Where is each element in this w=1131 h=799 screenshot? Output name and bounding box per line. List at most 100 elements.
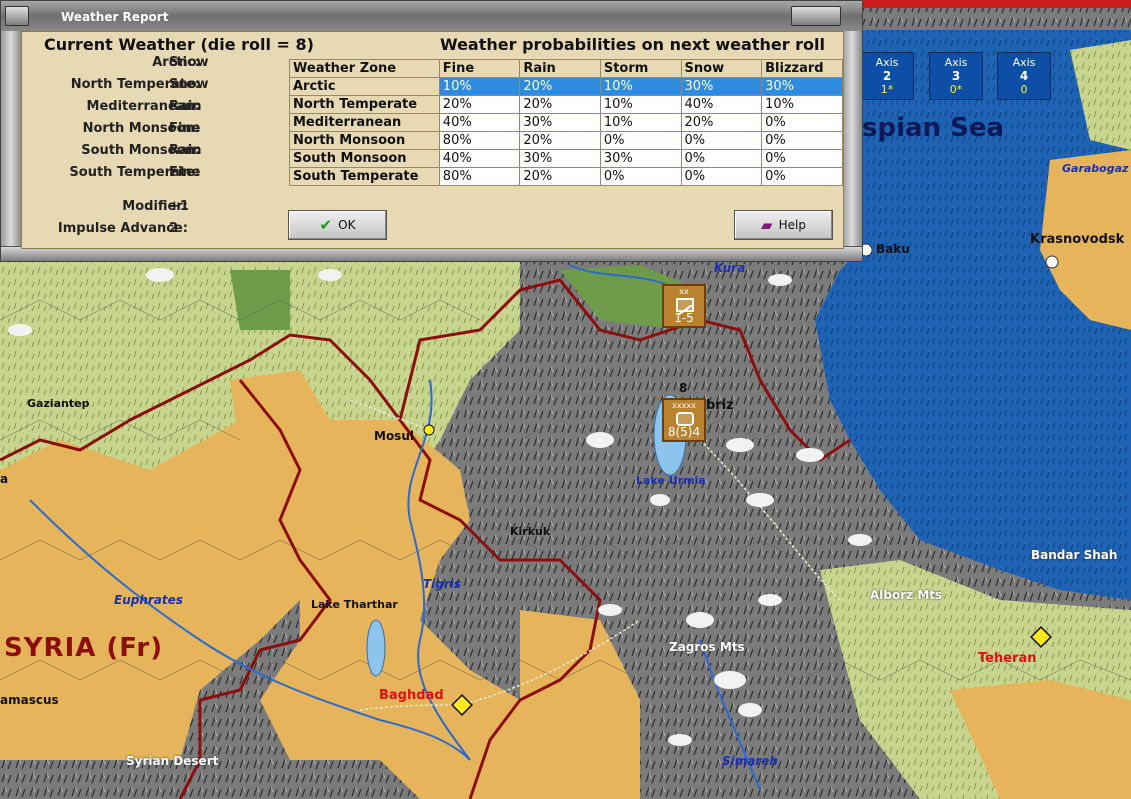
prob-cell: 0% xyxy=(761,131,843,150)
axis-number: 3 xyxy=(951,69,961,83)
current-weather-heading: Current Weather (die roll = 8) xyxy=(44,35,314,54)
prob-cell: 30% xyxy=(680,77,763,96)
prob-cell: 0% xyxy=(761,113,843,132)
prob-cell: 0% xyxy=(599,131,682,150)
table-row-selected[interactable]: Arctic 10% 20% 10% 30% 30% xyxy=(289,77,843,96)
checkmark-icon: ✔ xyxy=(319,215,333,234)
current-zone-weather: Rain xyxy=(169,99,202,114)
dialog-content: Current Weather (die roll = 8) Weather p… xyxy=(21,31,844,249)
column-header: Snow xyxy=(680,59,763,78)
modifier-value: +1 xyxy=(169,199,189,214)
map-label-garabogaz: Garabogaz xyxy=(1062,162,1129,175)
map-label-tabriz: briz xyxy=(706,398,734,413)
map-label-zagros-mts: Zagros Mts xyxy=(669,640,745,654)
impulse-advance-value: 2 xyxy=(169,221,179,236)
map-label-krasnovodsk: Krasnovodsk xyxy=(1030,232,1125,247)
map-label-lake-tharthar: Lake Tharthar xyxy=(311,598,398,611)
zone-cell: North Temperate xyxy=(289,95,440,114)
help-button[interactable]: ▰ Help xyxy=(734,210,833,240)
unit-counter-army[interactable]: xxxxx 8(5)4 xyxy=(662,398,706,442)
map-label-bandar-shah: Bandar Shah xyxy=(1031,548,1118,562)
map-label-syrian-desert: Syrian Desert xyxy=(126,754,219,768)
zone-cell: Arctic xyxy=(289,77,440,96)
dialog-left-frame xyxy=(1,31,21,249)
axis-value: 0 xyxy=(1020,83,1028,96)
weather-probability-table: Weather Zone Fine Rain Storm Snow Blizza… xyxy=(289,59,843,186)
prob-cell: 40% xyxy=(438,113,521,132)
map-label-simareh: Simareh xyxy=(722,754,778,768)
prob-cell: 30% xyxy=(761,77,843,96)
map-label-gaziantep: Gaziantep xyxy=(27,397,90,410)
prob-cell: 0% xyxy=(761,149,843,168)
map-label-teheran: Teheran xyxy=(978,651,1037,666)
map-label-alborz-mts: Alborz Mts xyxy=(870,588,943,602)
ok-button[interactable]: ✔ OK xyxy=(288,210,387,240)
table-row[interactable]: North Monsoon 80% 20% 0% 0% 0% xyxy=(289,131,843,150)
zone-cell: Mediterranean xyxy=(289,113,440,132)
axis-value: 0* xyxy=(949,83,963,96)
map-label-baku: Baku xyxy=(876,242,910,256)
armor-symbol-icon xyxy=(676,412,694,426)
infantry-symbol-icon xyxy=(676,298,694,316)
help-book-icon: ▰ xyxy=(761,215,773,234)
unit-size-label: xx xyxy=(679,287,689,296)
table-header-row: Weather Zone Fine Rain Storm Snow Blizza… xyxy=(289,59,843,78)
top-red-bar xyxy=(860,0,1131,8)
map-label-mosul: Mosul xyxy=(374,429,414,443)
prob-cell: 80% xyxy=(438,167,521,186)
titlebar-right-knob xyxy=(791,6,841,26)
axis-label: Axis xyxy=(944,56,968,69)
unit-counter-division[interactable]: xx 1-5 xyxy=(662,284,706,328)
map-label-syria: SYRIA (Fr) xyxy=(4,633,164,663)
stack-count: 8 xyxy=(679,381,688,395)
dialog-titlebar[interactable]: Weather Report xyxy=(1,1,862,32)
current-zone-weather: Rain xyxy=(169,143,202,158)
column-header: Weather Zone xyxy=(289,59,440,78)
prob-cell: 0% xyxy=(599,167,682,186)
zone-cell: South Monsoon xyxy=(289,149,440,168)
prob-cell: 0% xyxy=(680,131,763,150)
prob-cell: 10% xyxy=(438,77,521,96)
map-label-kirkuk: Kirkuk xyxy=(510,525,551,538)
prob-cell: 10% xyxy=(599,113,682,132)
prob-cell: 20% xyxy=(519,167,601,186)
axis-box-2[interactable]: Axis 2 1* xyxy=(860,52,914,100)
dialog-title: Weather Report xyxy=(61,10,169,24)
prob-cell: 20% xyxy=(519,77,601,96)
table-row[interactable]: Mediterranean 40% 30% 10% 20% 0% xyxy=(289,113,843,132)
help-button-label: Help xyxy=(778,218,806,232)
current-zone-weather: Fine xyxy=(169,121,201,136)
unit-strength-label: 1-5 xyxy=(674,311,694,325)
map-label-edge: a xyxy=(0,472,9,486)
map-label-lake-urmia: Lake Urmia xyxy=(636,474,706,487)
prob-cell: 30% xyxy=(519,149,601,168)
zone-cell: North Monsoon xyxy=(289,131,440,150)
prob-cell: 30% xyxy=(519,113,601,132)
current-zone-weather: Snow xyxy=(169,55,209,70)
prob-cell: 80% xyxy=(438,131,521,150)
axis-box-3[interactable]: Axis 3 0* xyxy=(929,52,983,100)
prob-cell: 10% xyxy=(761,95,843,114)
axis-box-4[interactable]: Axis 4 0 xyxy=(997,52,1051,100)
current-zone-weather: Fine xyxy=(169,165,201,180)
prob-cell: 40% xyxy=(680,95,763,114)
column-header: Storm xyxy=(599,59,682,78)
map-label-baghdad: Baghdad xyxy=(379,688,444,703)
table-row[interactable]: South Monsoon 40% 30% 30% 0% 0% xyxy=(289,149,843,168)
prob-cell: 20% xyxy=(519,95,601,114)
column-header: Rain xyxy=(519,59,601,78)
prob-cell: 10% xyxy=(599,95,682,114)
table-row[interactable]: North Temperate 20% 20% 10% 40% 10% xyxy=(289,95,843,114)
titlebar-left-knob xyxy=(5,6,29,26)
column-header: Fine xyxy=(438,59,521,78)
weather-report-dialog: Weather Report Current Weather (die roll… xyxy=(0,0,863,262)
table-row[interactable]: South Temperate 80% 20% 0% 0% 0% xyxy=(289,167,843,186)
prob-cell: 20% xyxy=(519,131,601,150)
prob-cell: 0% xyxy=(680,149,763,168)
prob-cell: 40% xyxy=(438,149,521,168)
axis-label: Axis xyxy=(875,56,899,69)
unit-strength-label: 8(5)4 xyxy=(667,425,701,439)
probabilities-heading: Weather probabilities on next weather ro… xyxy=(440,35,826,54)
dialog-right-frame xyxy=(842,31,862,249)
prob-cell: 30% xyxy=(599,149,682,168)
